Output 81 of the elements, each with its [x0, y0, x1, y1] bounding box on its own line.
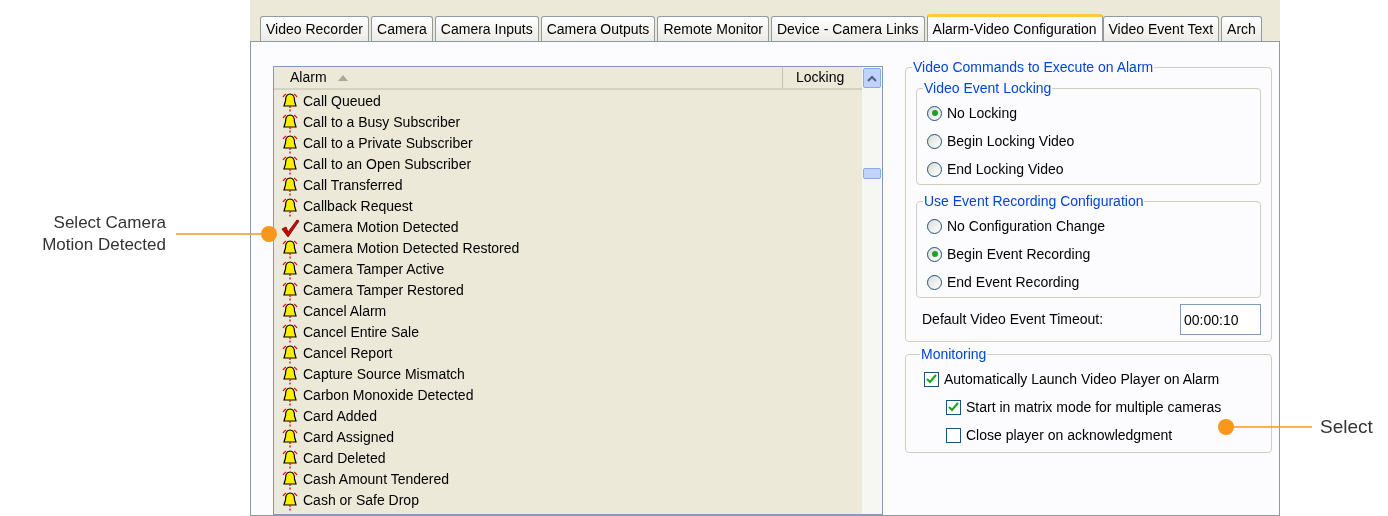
bell-icon [280, 406, 300, 427]
bell-icon [280, 238, 300, 259]
tab[interactable]: Device - Camera Links [770, 16, 925, 41]
radio-label: End Event Recording [947, 272, 1080, 292]
alarm-row[interactable]: Call to a Busy Subscriber [280, 112, 862, 133]
alarm-row[interactable]: Camera Motion Detected Restored [280, 238, 862, 259]
alarm-row[interactable]: Call to an Open Subscriber [280, 154, 862, 175]
checkbox-label: Automatically Launch Video Player on Alarm [944, 369, 1220, 389]
checkbox-label: Close player on acknowledgment [966, 425, 1173, 445]
tab[interactable]: Arch [1221, 16, 1262, 41]
radio-button[interactable] [927, 133, 942, 149]
alarm-row[interactable]: Cancel Entire Sale [280, 322, 862, 343]
tab[interactable]: Camera Outputs [540, 16, 656, 41]
bell-icon [280, 343, 300, 364]
bell-icon [280, 133, 300, 154]
bell-icon [280, 154, 300, 175]
scroll-up-button[interactable] [863, 68, 881, 88]
sort-arrow-icon [336, 73, 349, 82]
checkbox[interactable] [946, 399, 961, 415]
alarm-row[interactable]: Call Transferred [280, 175, 862, 196]
alarm-row[interactable]: Cancel Report [280, 343, 862, 364]
radio-label: No Configuration Change [947, 216, 1105, 236]
radio-label: No Locking [947, 103, 1018, 123]
radio-button[interactable] [927, 246, 942, 262]
tab[interactable]: Video Recorder [260, 16, 370, 41]
alarm-row[interactable]: Card Added [280, 406, 862, 427]
bell-icon [280, 490, 300, 511]
checkbox-label: Start in matrix mode for multiple cameras [966, 397, 1222, 417]
radio-button[interactable] [927, 161, 942, 177]
alarm-row[interactable]: Cancel Alarm [280, 301, 862, 322]
bell-icon [280, 175, 300, 196]
bell-icon [280, 385, 300, 406]
alarm-row[interactable]: Call Queued [280, 91, 862, 112]
bell-icon [280, 112, 300, 133]
alarm-row[interactable]: Cash or Safe Drop [280, 490, 862, 511]
timeout-field[interactable]: 00:00:10 [1180, 304, 1261, 335]
radio-label: Begin Event Recording [947, 244, 1091, 264]
chevron-up-icon [867, 74, 877, 82]
alarm-row[interactable]: Card Deleted [280, 448, 862, 469]
alarm-row[interactable]: Capture Source Mismatch [280, 364, 862, 385]
tab[interactable]: Alarm-Video Configuration [926, 14, 1103, 41]
group-title: Video Commands to Execute on Alarm [912, 58, 1155, 77]
alarm-row[interactable]: Carbon Monoxide Detected [280, 385, 862, 406]
bell-icon [280, 364, 300, 385]
group-title: Use Event Recording Configuration [923, 192, 1145, 211]
alarm-row[interactable]: Camera Tamper Restored [280, 280, 862, 301]
bell-icon [280, 301, 300, 322]
alarm-row[interactable]: Card Assigned [280, 427, 862, 448]
radio-button[interactable] [927, 218, 942, 234]
alarm-row[interactable]: Callback Request [280, 196, 862, 217]
timeout-label: Default Video Event Timeout: [922, 310, 1104, 329]
bell-icon [280, 259, 300, 280]
tab[interactable]: Video Event Text [1102, 16, 1220, 41]
bell-icon [280, 448, 300, 469]
check-mark-icon [280, 217, 300, 238]
group-title: Video Event Locking [923, 79, 1053, 98]
bell-icon [280, 196, 300, 217]
bell-icon [280, 91, 300, 112]
column-header[interactable]: Alarm [274, 67, 782, 88]
tab[interactable]: Remote Monitor [657, 16, 769, 41]
tab[interactable]: Camera Inputs [434, 16, 539, 41]
tab[interactable]: Camera [371, 16, 433, 41]
callout-text: Select [1320, 415, 1373, 439]
bell-icon [280, 322, 300, 343]
radio-label: End Locking Video [947, 159, 1064, 179]
scroll-thumb[interactable] [863, 168, 881, 179]
radio-button[interactable] [927, 274, 942, 290]
scrollbar[interactable] [862, 67, 882, 514]
bell-icon [280, 280, 300, 301]
checkbox[interactable] [924, 371, 939, 387]
checkbox[interactable] [946, 427, 961, 443]
group-title: Monitoring [920, 345, 988, 364]
radio-button[interactable] [927, 105, 942, 121]
bell-icon [280, 427, 300, 448]
callout-text: Select Camera Motion Detected [41, 212, 166, 256]
alarm-row[interactable]: Cash Amount Tendered [280, 469, 862, 490]
radio-label: Begin Locking Video [947, 131, 1075, 151]
alarm-row[interactable]: Camera Motion Detected [280, 217, 862, 238]
alarm-row[interactable]: Camera Tamper Active [280, 259, 862, 280]
alarm-row[interactable]: Call to a Private Subscriber [280, 133, 862, 154]
bell-icon [280, 469, 300, 490]
